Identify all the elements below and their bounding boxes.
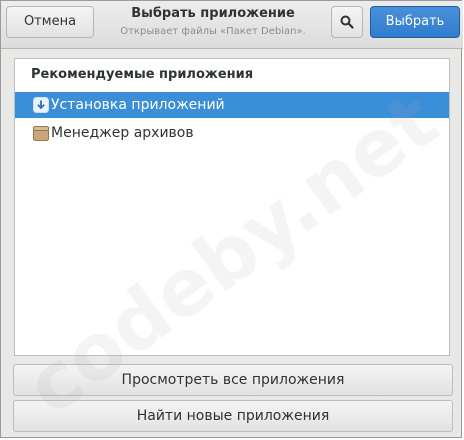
app-label: Менеджер архивов [51, 125, 194, 141]
app-item-software-install[interactable]: Установка приложений [15, 92, 449, 118]
section-title: Рекомендуемые приложения [31, 67, 254, 82]
cancel-button[interactable]: Отмена [6, 6, 94, 38]
app-label: Установка приложений [51, 97, 225, 113]
dialog-subtitle: Открывает файлы «Пакет Debian». [120, 26, 306, 37]
app-item-archive-manager[interactable]: Менеджер архивов [15, 120, 449, 146]
select-button[interactable]: Выбрать [370, 6, 460, 38]
archive-icon [33, 126, 49, 141]
recommended-apps-panel: Рекомендуемые приложения Установка прило… [14, 58, 450, 356]
find-new-apps-button[interactable]: Найти новые приложения [13, 400, 453, 432]
title-area: Выбрать приложение Открывает файлы «Паке… [101, 5, 325, 39]
view-all-apps-button[interactable]: Просмотреть все приложения [13, 364, 453, 396]
app-chooser-dialog: Отмена Выбрать приложение Открывает файл… [0, 0, 463, 438]
search-button[interactable] [331, 6, 363, 38]
header-bar: Отмена Выбрать приложение Открывает файл… [1, 1, 463, 49]
search-icon [340, 15, 354, 29]
dialog-title: Выбрать приложение [131, 6, 295, 21]
install-icon [33, 97, 49, 113]
